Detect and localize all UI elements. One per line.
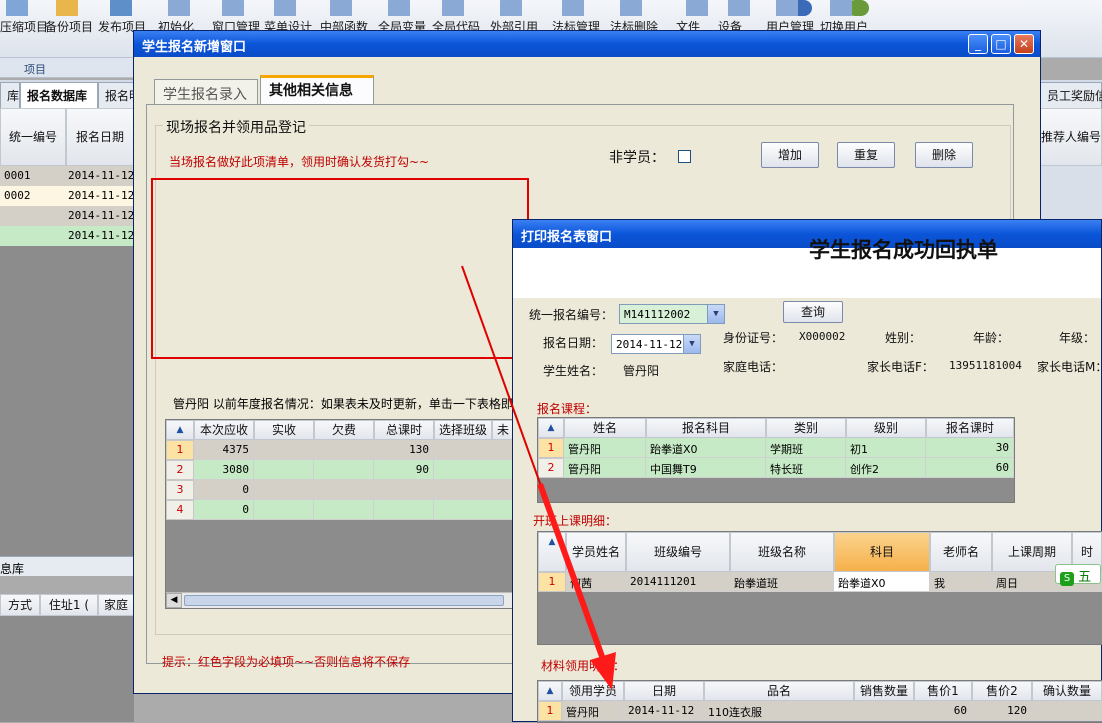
annotation-arrow <box>461 265 616 690</box>
